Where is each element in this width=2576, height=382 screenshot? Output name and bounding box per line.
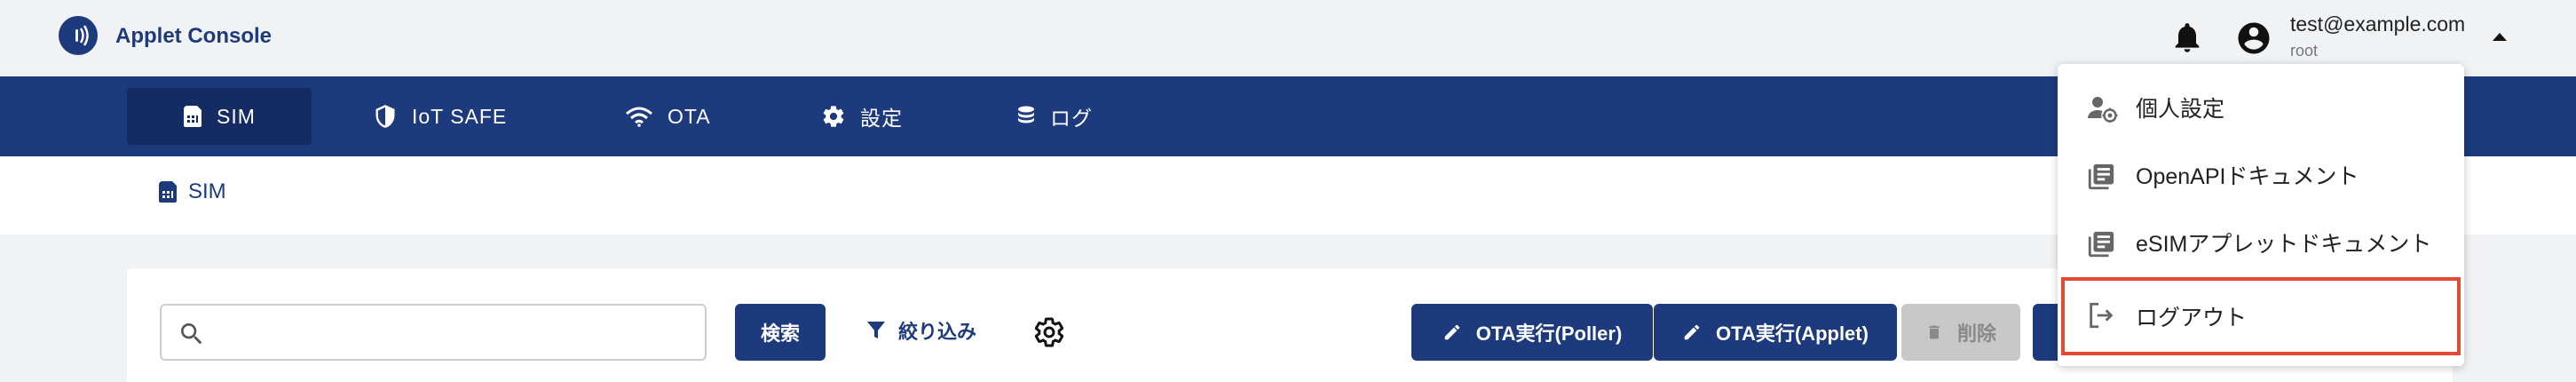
nav-tab-label: SIM xyxy=(217,104,256,128)
nav-tab-label: OTA xyxy=(668,104,711,128)
menu-item-esim-applet-docs[interactable]: eSIMアプレットドキュメント xyxy=(2058,211,2464,274)
user-menu: 個人設定 OpenAPIドキュメント eSIMアプレットドキュメント ログアウト xyxy=(2058,64,2464,366)
logout-icon xyxy=(2090,302,2114,329)
nav-tab-logs[interactable]: ログ xyxy=(1016,88,1093,145)
user-role: root xyxy=(2290,42,2319,60)
nav-tab-ota[interactable]: OTA xyxy=(625,88,711,145)
search-button[interactable]: 検索 xyxy=(735,304,826,361)
nav-tab-iot-safe[interactable]: IoT SAFE xyxy=(373,88,507,145)
nav-tab-label: ログ xyxy=(1050,107,1093,130)
breadcrumb[interactable]: SIM xyxy=(158,179,226,204)
ota-applet-button[interactable]: OTA実行(Applet) xyxy=(1654,304,1897,361)
menu-item-logout[interactable]: ログアウト xyxy=(2061,277,2461,355)
notification-bell-icon[interactable] xyxy=(2169,20,2205,55)
ota-poller-button[interactable]: OTA実行(Poller) xyxy=(1411,304,1653,361)
shield-icon xyxy=(375,105,395,128)
delete-button[interactable]: 削除 xyxy=(1901,304,2020,361)
library-books-icon xyxy=(2088,163,2114,190)
trash-icon xyxy=(1929,325,1940,339)
search-input[interactable] xyxy=(215,314,694,350)
app-logo-icon xyxy=(59,16,98,55)
menu-item-personal-settings[interactable]: 個人設定 xyxy=(2058,76,2464,139)
column-settings-gear-icon[interactable] xyxy=(1033,316,1065,348)
sim-card-icon xyxy=(159,181,177,203)
wifi-icon xyxy=(626,107,652,127)
ota-poller-label: OTA実行(Poller) xyxy=(1475,322,1623,345)
user-settings-icon xyxy=(2088,97,2118,123)
nav-tab-settings[interactable]: 設定 xyxy=(821,88,903,145)
library-books-icon xyxy=(2088,231,2114,258)
menu-item-label: ログアウト xyxy=(2136,306,2248,330)
gear-icon xyxy=(823,106,844,127)
filter-icon xyxy=(867,322,885,338)
app-title: Applet Console xyxy=(115,24,273,48)
search-button-label: 検索 xyxy=(760,322,800,345)
nav-tab-sim[interactable]: SIM xyxy=(127,88,312,145)
delete-label: 削除 xyxy=(1956,322,1996,345)
breadcrumb-label: SIM xyxy=(188,179,226,203)
pencil-icon xyxy=(1444,324,1459,340)
menu-item-openapi-docs[interactable]: OpenAPIドキュメント xyxy=(2058,144,2464,206)
nav-tab-label: 設定 xyxy=(860,107,903,130)
pencil-icon xyxy=(1684,324,1700,340)
user-email[interactable]: test@example.com xyxy=(2290,11,2465,37)
caret-up-icon[interactable] xyxy=(2491,30,2509,43)
nav-tab-label: IoT SAFE xyxy=(412,104,508,128)
ota-applet-label: OTA実行(Applet) xyxy=(1716,322,1869,345)
menu-item-label: eSIMアプレットドキュメント xyxy=(2136,232,2432,257)
filter-label: 絞り込み xyxy=(898,321,977,343)
menu-item-label: 個人設定 xyxy=(2136,97,2225,122)
menu-item-label: OpenAPIドキュメント xyxy=(2136,164,2359,189)
sim-card-icon xyxy=(184,106,202,127)
account-circle-icon[interactable] xyxy=(2235,20,2272,57)
filter-button[interactable]: 絞り込み xyxy=(866,316,976,345)
search-icon xyxy=(181,323,202,345)
search-field[interactable] xyxy=(160,304,707,361)
database-icon xyxy=(1018,106,1034,123)
